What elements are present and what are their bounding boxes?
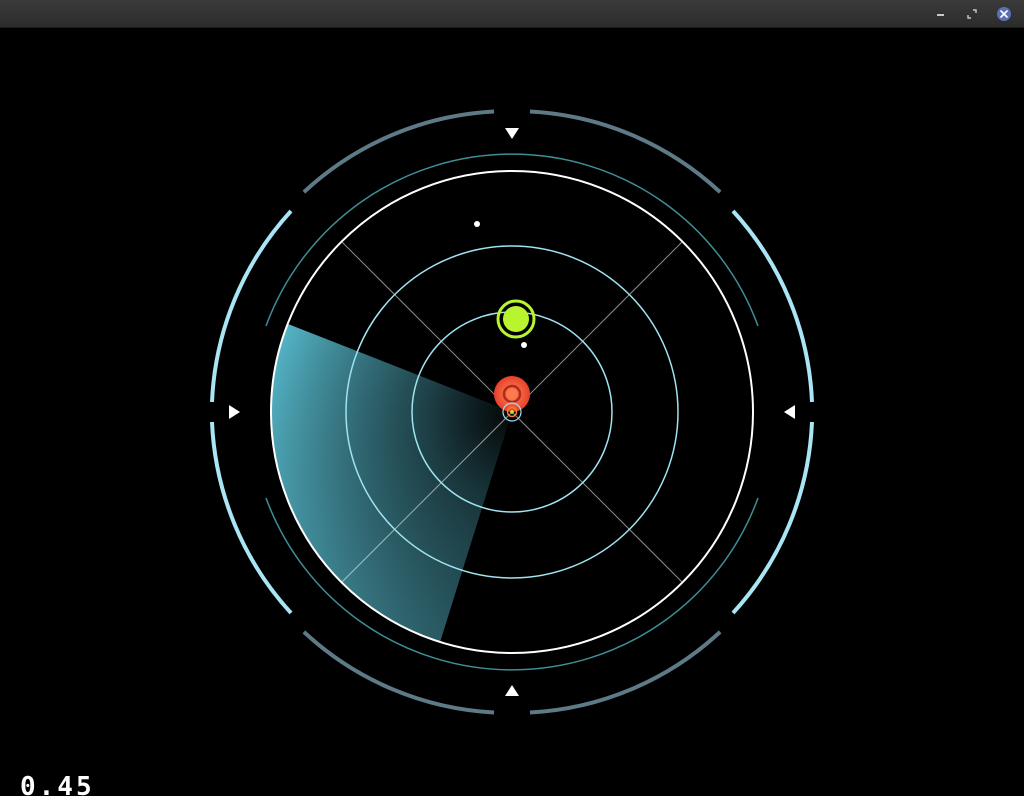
- timer-readout: 0.45: [20, 772, 95, 796]
- radar-sweep-fade: [271, 324, 512, 642]
- window-titlebar: [0, 0, 1024, 28]
- minimize-icon: [936, 13, 944, 16]
- maximize-icon: [967, 9, 977, 19]
- arrow-down-icon: [505, 128, 519, 139]
- close-button[interactable]: [996, 6, 1012, 22]
- arrow-right-icon: [229, 405, 240, 419]
- game-window: 0.45: [0, 0, 1024, 796]
- pickup-dot: [474, 221, 480, 227]
- arrow-up-icon: [505, 685, 519, 696]
- enemy-orb: [494, 376, 530, 412]
- maximize-button[interactable]: [964, 6, 980, 22]
- player-orb: [496, 299, 536, 339]
- minimize-button[interactable]: [932, 6, 948, 22]
- pickup-dot: [521, 342, 527, 348]
- game-canvas[interactable]: [0, 28, 1024, 796]
- arrow-left-icon: [784, 405, 795, 419]
- close-icon: [997, 7, 1011, 21]
